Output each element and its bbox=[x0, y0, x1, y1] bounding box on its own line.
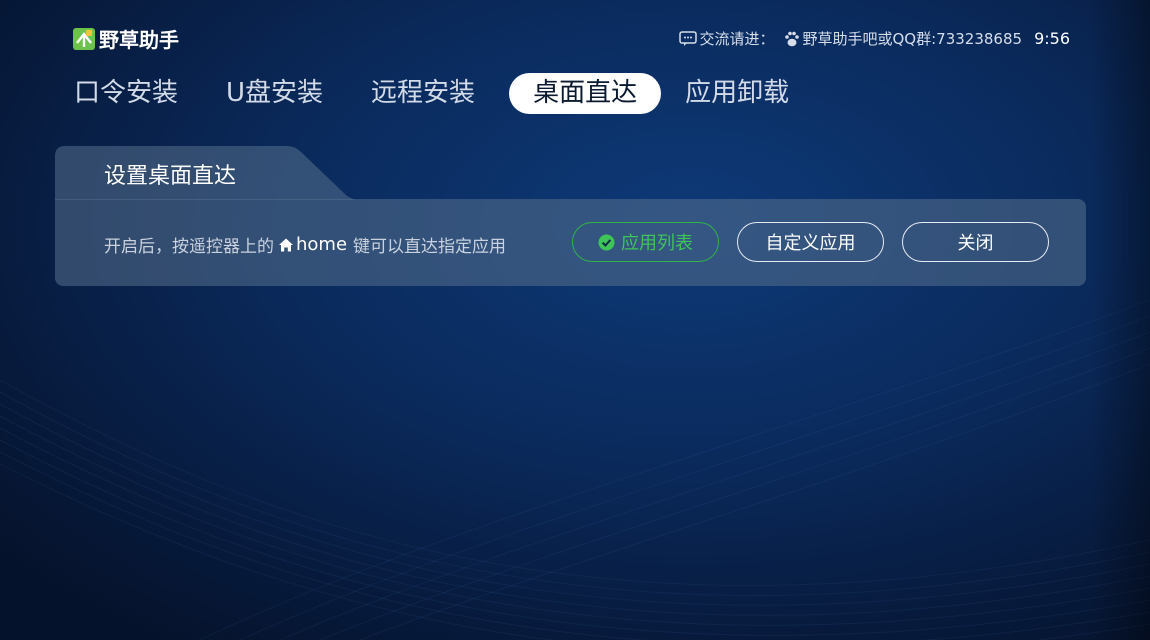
home-icon bbox=[279, 238, 293, 251]
tab-bar: 口令安装 U盘安装 远程安装 桌面直达 应用卸载 bbox=[60, 73, 823, 114]
close-button-label: 关闭 bbox=[957, 233, 994, 254]
panel-title: 设置桌面直达 bbox=[104, 164, 237, 189]
custom-app-button-label: 自定义应用 bbox=[765, 233, 856, 254]
tab-remote-install[interactable]: 远程安装 bbox=[357, 73, 489, 114]
desc-text-after: 键可以直达指定应用 bbox=[353, 237, 507, 257]
desc-text-before: 开启后，按遥控器上的 bbox=[104, 237, 274, 257]
tab-app-uninstall[interactable]: 应用卸载 bbox=[671, 73, 803, 114]
header-info: 交流请进： 野草助手吧或QQ群:733238685 9:56 bbox=[679, 28, 1070, 49]
app-list-button[interactable]: 应用列表 bbox=[572, 222, 719, 262]
baidu-paw-icon bbox=[784, 31, 799, 46]
contact-value: 野草助手吧或QQ群:733238685 bbox=[802, 30, 1023, 48]
app-list-button-label: 应用列表 bbox=[621, 233, 693, 254]
clock: 9:56 bbox=[1034, 29, 1070, 48]
custom-app-button[interactable]: 自定义应用 bbox=[737, 222, 884, 262]
app-name: 野草助手 bbox=[99, 28, 179, 52]
desc-home-key: home bbox=[296, 234, 348, 255]
contact-label: 交流请进： bbox=[699, 30, 775, 48]
chat-icon bbox=[679, 30, 698, 46]
tab-usb-install[interactable]: U盘安装 bbox=[212, 73, 337, 114]
check-circle-icon bbox=[598, 234, 615, 250]
panel-description: 开启后，按遥控器上的 home 键可以直达指定应用 bbox=[104, 232, 506, 257]
app-logo: 野草助手 bbox=[73, 24, 179, 53]
close-button[interactable]: 关闭 bbox=[902, 222, 1049, 262]
tab-command-install[interactable]: 口令安装 bbox=[60, 73, 192, 114]
app-logo-icon bbox=[73, 27, 95, 50]
right-edge-shade bbox=[1090, 0, 1150, 640]
tab-desktop-direct[interactable]: 桌面直达 bbox=[509, 73, 662, 114]
